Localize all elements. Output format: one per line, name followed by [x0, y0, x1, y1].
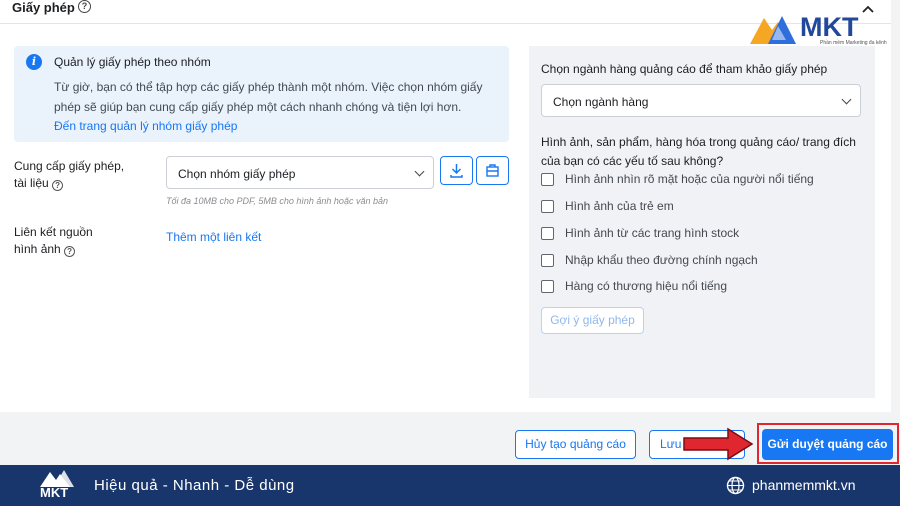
footer-bar: MKT Hiệu quả - Nhanh - Dễ dùng phanmemmk…: [0, 465, 900, 506]
globe-icon: [726, 476, 745, 495]
footer-website[interactable]: phanmemmkt.vn: [752, 477, 855, 493]
footer-brand: MKT: [40, 485, 69, 500]
license-label: Cung cấp giấy phép, tài liệu ?: [14, 158, 124, 192]
option-label: Hình ảnh nhìn rõ mặt hoặc của người nổi …: [565, 172, 814, 186]
option-label: Hàng có thương hiệu nổi tiếng: [565, 279, 728, 293]
checkbox[interactable]: [541, 254, 554, 267]
checkbox[interactable]: [541, 280, 554, 293]
source-link-label: Liên kết nguồn hình ảnh ?: [14, 224, 93, 258]
license-group-select-value: Chọn nhóm giấy phép: [178, 167, 296, 181]
manage-groups-link[interactable]: Đến trang quản lý nhóm giấy phép: [54, 119, 237, 133]
footer-mkt-logo: MKT: [38, 468, 78, 504]
library-button[interactable]: [476, 156, 509, 185]
source-label-line1: Liên kết nguồn: [14, 225, 93, 239]
option-label: Hình ảnh từ các trang hình stock: [565, 226, 740, 240]
arrow-right-icon: [683, 427, 754, 461]
cancel-ad-button[interactable]: Hủy tạo quảng cáo: [515, 430, 636, 459]
upload-button[interactable]: [440, 156, 473, 185]
section-title: Giấy phép: [12, 0, 75, 15]
help-circle-icon[interactable]: ?: [78, 0, 91, 13]
mkt-logo: MKT Phần mềm Marketing đa kênh: [748, 12, 888, 48]
save-label: Lưu: [660, 437, 682, 451]
info-title: Quản lý giấy phép theo nhóm: [54, 55, 211, 69]
elements-question: Hình ảnh, sản phẩm, hàng hóa trong quảng…: [541, 135, 856, 168]
chevron-down-icon: [841, 94, 852, 105]
category-panel: Chọn ngành hàng quảng cáo để tham khảo g…: [529, 46, 875, 398]
checkbox[interactable]: [541, 227, 554, 240]
info-box: i Quản lý giấy phép theo nhóm Từ giờ, bạ…: [14, 46, 509, 142]
info-body: Từ giờ, bạn có thể tập hợp các giấy phép…: [54, 80, 483, 114]
checkbox[interactable]: [541, 173, 554, 186]
file-size-hint: Tối đa 10MB cho PDF, 5MB cho hình ảnh ho…: [166, 196, 388, 206]
submit-ad-button[interactable]: Gửi duyệt quảng cáo: [762, 429, 893, 460]
footer-tagline: Hiệu quả - Nhanh - Dễ dùng: [94, 477, 295, 494]
license-group-select[interactable]: Chọn nhóm giấy phép: [166, 156, 434, 189]
option-label: Nhập khẩu theo đường chính ngạch: [565, 253, 758, 267]
briefcase-icon: [486, 164, 499, 177]
category-select[interactable]: Chọn ngành hàng: [541, 84, 861, 117]
upload-icon: [450, 164, 463, 178]
license-label-line1: Cung cấp giấy phép,: [14, 159, 125, 173]
help-circle-icon[interactable]: ?: [52, 180, 64, 191]
checkbox[interactable]: [541, 200, 554, 213]
add-link-button[interactable]: Thêm một liên kết: [166, 230, 261, 244]
license-label-line2: tài liệu: [14, 176, 49, 190]
help-circle-icon[interactable]: ?: [64, 246, 76, 257]
chevron-down-icon: [414, 166, 425, 177]
info-icon: i: [26, 54, 42, 70]
option-label: Hình ảnh của trẻ em: [565, 199, 674, 213]
category-heading: Chọn ngành hàng quảng cáo để tham khảo g…: [541, 62, 828, 76]
suggest-license-button[interactable]: Gợi ý giấy phép: [541, 307, 644, 334]
source-label-line2: hình ảnh: [14, 242, 61, 256]
category-select-value: Chọn ngành hàng: [553, 95, 649, 109]
mkt-brand: MKT: [800, 12, 859, 42]
